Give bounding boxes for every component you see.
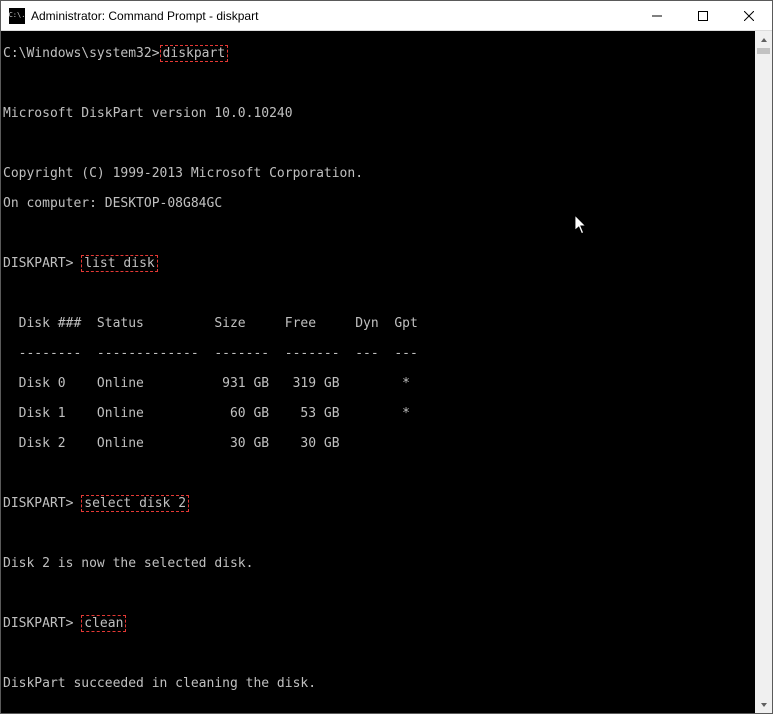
cmd-select-disk-2: select disk 2 [81, 495, 189, 512]
command-prompt-window: C:\. Administrator: Command Prompt - dis… [0, 0, 773, 714]
window-title: Administrator: Command Prompt - diskpart [31, 9, 634, 23]
disk-row-1: Disk 1 Online 60 GB 53 GB * [3, 406, 755, 421]
cmd-clean: clean [81, 615, 126, 632]
console-output[interactable]: C:\Windows\system32>diskpart Microsoft D… [1, 31, 755, 713]
scrollbar-track[interactable] [755, 48, 772, 696]
scrollbar-thumb[interactable] [757, 48, 770, 54]
scroll-down-arrow-icon[interactable] [755, 696, 772, 713]
minimize-button[interactable] [634, 1, 680, 30]
cmd-icon: C:\. [9, 8, 25, 24]
cmd-diskpart: diskpart [160, 45, 229, 62]
disk-table-header: Disk ### Status Size Free Dyn Gpt [3, 316, 755, 331]
scroll-up-arrow-icon[interactable] [755, 31, 772, 48]
cmd-list-disk: list disk [81, 255, 157, 272]
copyright-line: Copyright (C) 1999-2013 Microsoft Corpor… [3, 166, 755, 181]
titlebar[interactable]: C:\. Administrator: Command Prompt - dis… [1, 1, 772, 31]
console-area: C:\Windows\system32>diskpart Microsoft D… [1, 31, 772, 713]
prompt-dp: DISKPART> [3, 496, 81, 511]
disk-table-divider: -------- ------------- ------- ------- -… [3, 346, 755, 361]
prompt-sys32: C:\Windows\system32> [3, 46, 160, 61]
disk-row-2: Disk 2 Online 30 GB 30 GB [3, 436, 755, 451]
vertical-scrollbar[interactable] [755, 31, 772, 713]
diskpart-version: Microsoft DiskPart version 10.0.10240 [3, 106, 755, 121]
prompt-dp: DISKPART> [3, 616, 81, 631]
window-controls [634, 1, 772, 30]
close-button[interactable] [726, 1, 772, 30]
computer-line: On computer: DESKTOP-08G84GC [3, 196, 755, 211]
msg-clean: DiskPart succeeded in cleaning the disk. [3, 676, 755, 691]
maximize-button[interactable] [680, 1, 726, 30]
disk-row-0: Disk 0 Online 931 GB 319 GB * [3, 376, 755, 391]
prompt-dp: DISKPART> [3, 256, 81, 271]
msg-select-disk: Disk 2 is now the selected disk. [3, 556, 755, 571]
